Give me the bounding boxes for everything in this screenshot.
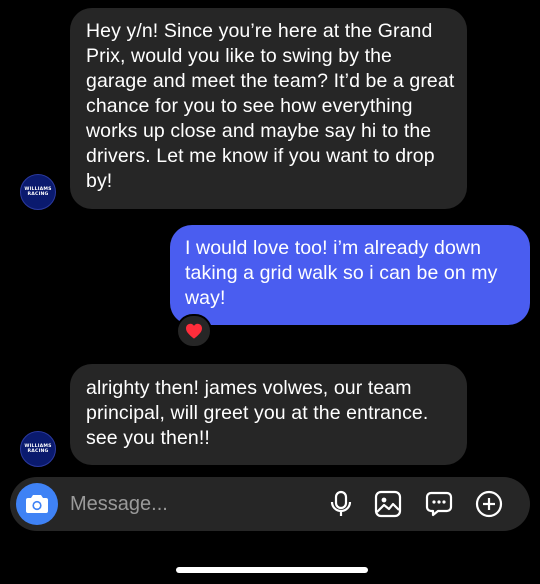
message-text: I would love too! i’m already down takin… [185,237,498,309]
incoming-message[interactable]: Hey y/n! Since you’re here at the Grand … [70,8,467,209]
sticker-icon [425,491,453,517]
avatar-williams-racing[interactable]: WILLIAMS RACING [20,174,56,210]
message-input[interactable] [70,477,320,531]
heart-reaction[interactable] [176,314,212,348]
outgoing-message[interactable]: I would love too! i’m already down takin… [170,225,530,325]
message-text: Hey y/n! Since you’re here at the Grand … [86,20,455,192]
camera-icon [26,495,48,513]
message-composer [10,477,530,531]
incoming-message[interactable]: alrighty then! james volwes, our team pr… [70,364,467,465]
gallery-button[interactable] [373,489,403,519]
gallery-icon [374,490,402,518]
avatar-text-line2: RACING [27,192,49,197]
heart-icon [186,323,202,339]
add-icon [475,490,503,518]
message-text: alrighty then! james volwes, our team pr… [86,377,429,449]
avatar-text-line2: RACING [27,449,49,454]
microphone-button[interactable] [326,489,356,519]
camera-button[interactable] [16,483,58,525]
home-indicator [176,567,368,573]
microphone-icon [330,490,352,516]
add-button[interactable] [474,489,504,519]
avatar-williams-racing[interactable]: WILLIAMS RACING [20,431,56,467]
sticker-button[interactable] [424,489,454,519]
